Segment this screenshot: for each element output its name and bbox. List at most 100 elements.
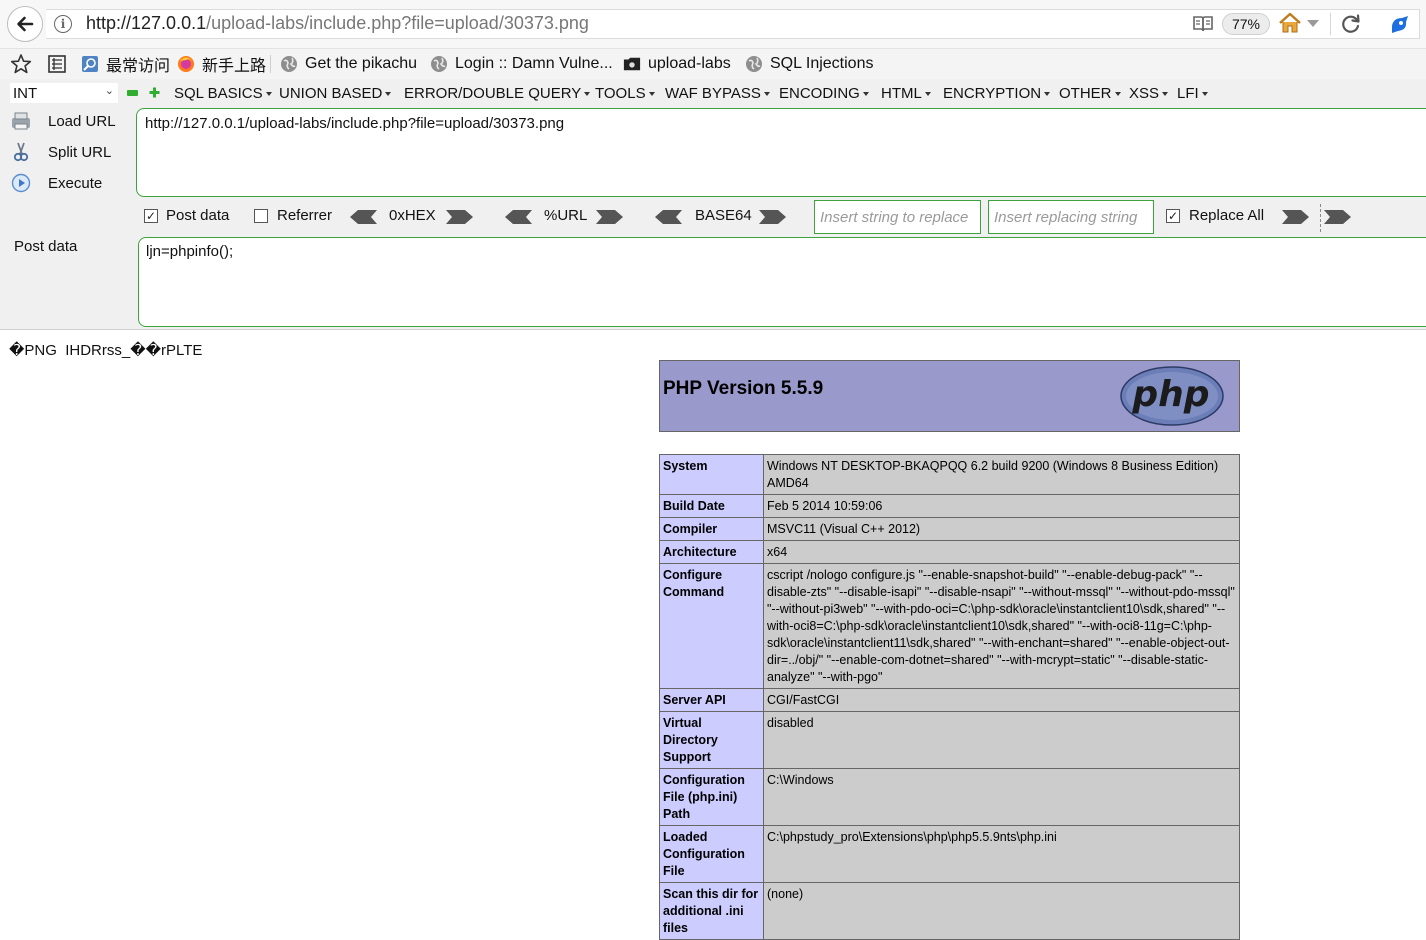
bookmark-upload-labs[interactable]: upload-labs: [623, 52, 731, 76]
phpinfo-value: Windows NT DESKTOP-BKAQPQQ 6.2 build 920…: [763, 454, 1240, 495]
zoom-level-badge[interactable]: 77%: [1222, 13, 1270, 35]
bookmark-pikachu[interactable]: Get the pikachu: [280, 52, 417, 76]
bookmark-separator: [270, 55, 271, 73]
phpinfo-row: Build Date Feb 5 2014 10:59:06: [659, 494, 1240, 518]
menu-union-based[interactable]: UNION BASED: [279, 82, 391, 104]
execute-label: Execute: [48, 174, 103, 192]
menu-waf-bypass[interactable]: WAF BYPASS: [665, 82, 770, 104]
plus-icon[interactable]: [149, 87, 160, 98]
menu-xss[interactable]: XSS: [1129, 82, 1168, 104]
menu-other[interactable]: OTHER: [1059, 82, 1121, 104]
load-url-icon: [10, 110, 32, 132]
menu-error-double-query[interactable]: ERROR/DOUBLE QUERY: [404, 82, 590, 104]
url-encode-arrow-icon[interactable]: [595, 209, 625, 225]
bookmark-label: 最常访问: [106, 58, 171, 75]
globe-icon: [745, 55, 763, 73]
globe-icon: [430, 55, 448, 73]
url-path: /upload-labs/include.php?file=upload/303…: [206, 13, 589, 33]
bookmark-label: upload-labs: [648, 55, 731, 72]
play-icon: [10, 172, 32, 194]
menu-encoding[interactable]: ENCODING: [779, 82, 869, 104]
bookmark-getting-started[interactable]: 新手上路: [177, 52, 266, 76]
referrer-checkbox[interactable]: [254, 209, 268, 223]
phpinfo-key: Compiler: [659, 517, 764, 541]
extension-icon[interactable]: [1388, 12, 1412, 36]
load-url-button[interactable]: Load URL: [10, 109, 116, 133]
folder-cat-icon: [623, 55, 641, 73]
phpinfo-value: MSVC11 (Visual C++ 2012): [763, 517, 1240, 541]
split-url-label: Split URL: [48, 143, 112, 161]
bookmark-sql-injections[interactable]: SQL Injections: [745, 52, 873, 76]
hackbar-url-textarea[interactable]: http://127.0.0.1/upload-labs/include.php…: [136, 108, 1426, 197]
globe-icon: [280, 55, 298, 73]
base64-encode-arrow-icon[interactable]: [758, 209, 788, 225]
phpinfo-row: Virtual Directory Support disabled: [659, 711, 1240, 769]
options-divider: [1320, 204, 1321, 232]
menu-lfi[interactable]: LFI: [1177, 82, 1208, 104]
replace-all-checkbox[interactable]: ✓: [1166, 209, 1180, 223]
bookmark-label: 新手上路: [202, 58, 267, 75]
phpinfo-key: Configure Command: [659, 563, 764, 689]
scissors-icon: [10, 141, 32, 163]
bookmark-dvwa[interactable]: Login :: Damn Vulne...: [430, 52, 613, 76]
replace-arrow-icon[interactable]: [1281, 209, 1311, 225]
phpinfo-row: Loaded Configuration File C:\phpstudy_pro…: [659, 825, 1240, 883]
bookmark-most-visited[interactable]: 最常访问: [81, 52, 170, 76]
base64-decode-arrow-icon[interactable]: [653, 209, 683, 225]
phpinfo-value: x64: [763, 540, 1240, 564]
phpinfo-row: Architecture x64: [659, 540, 1240, 564]
menu-encryption[interactable]: ENCRYPTION: [943, 82, 1050, 104]
url-decode-arrow-icon[interactable]: [503, 209, 533, 225]
phpinfo-key: Loaded Configuration File: [659, 825, 764, 883]
phpinfo-row: Server API CGI/FastCGI: [659, 688, 1240, 712]
hackbar-type-select[interactable]: INT ⌄: [10, 83, 118, 103]
firefox-icon: [177, 55, 195, 73]
phpinfo-key: Build Date: [659, 494, 764, 518]
page-search-icon: [81, 55, 99, 73]
reload-icon[interactable]: [1340, 13, 1362, 35]
phpinfo-value: CGI/FastCGI: [763, 688, 1240, 712]
phpinfo-value: cscript /nologo configure.js "--enable-s…: [763, 563, 1240, 689]
post-data-label: Post data: [14, 238, 78, 255]
base64-label: BASE64: [695, 207, 752, 224]
phpinfo-row: Configuration File (php.ini) Path C:\Wind…: [659, 768, 1240, 826]
reader-view-icon[interactable]: [1192, 14, 1214, 34]
menu-sql-basics[interactable]: SQL BASICS: [174, 82, 272, 104]
star-bookmark-icon[interactable]: [10, 53, 32, 75]
back-arrow-icon: [17, 16, 34, 32]
post-data-checkbox[interactable]: ✓: [144, 209, 158, 223]
execute-button[interactable]: Execute: [10, 171, 102, 195]
back-button[interactable]: [7, 6, 43, 42]
referrer-option-label: Referrer: [277, 207, 333, 224]
phpinfo-value: C:\Windows: [763, 768, 1240, 826]
phpinfo-key: Architecture: [659, 540, 764, 564]
chevron-down-icon[interactable]: [1306, 19, 1320, 29]
post-data-textarea[interactable]: ljn=phpinfo();: [138, 237, 1426, 327]
replace-reverse-arrow-icon[interactable]: [1323, 209, 1353, 225]
hex-decode-arrow-icon[interactable]: [348, 209, 378, 225]
phpinfo-key: Virtual Directory Support: [659, 711, 764, 769]
php-logo-text: php: [1131, 374, 1209, 415]
url-host: http://127.0.0.1: [86, 13, 207, 33]
home-icon[interactable]: [1278, 12, 1302, 34]
bookmarks-library-icon[interactable]: [46, 53, 68, 75]
hex-encode-arrow-icon[interactable]: [445, 209, 475, 225]
menu-html[interactable]: HTML: [881, 82, 931, 104]
address-bar-url[interactable]: http://127.0.0.1/upload-labs/include.php…: [86, 13, 589, 34]
phpinfo-row: Configure Command cscript /nologo configu…: [659, 563, 1240, 689]
minus-icon[interactable]: [127, 90, 138, 96]
site-info-icon[interactable]: i: [54, 15, 72, 33]
bookmark-label: Get the pikachu: [305, 55, 418, 72]
phpinfo-row: System Windows NT DESKTOP-BKAQPQQ 6.2 bui…: [659, 454, 1240, 495]
menu-tools[interactable]: TOOLS: [595, 82, 655, 104]
replace-string-input[interactable]: Insert string to replace: [814, 200, 981, 234]
replacing-string-input[interactable]: Insert replacing string: [988, 200, 1154, 234]
post-data-option-label: Post data: [166, 207, 230, 224]
phpinfo-key: System: [659, 454, 764, 495]
load-url-label: Load URL: [48, 112, 116, 130]
toolbar-divider: [1330, 13, 1331, 35]
replace-all-label: Replace All: [1189, 207, 1265, 224]
phpinfo-value: Feb 5 2014 10:59:06: [763, 494, 1240, 518]
split-url-button[interactable]: Split URL: [10, 140, 111, 164]
phpinfo-key: Server API: [659, 688, 764, 712]
